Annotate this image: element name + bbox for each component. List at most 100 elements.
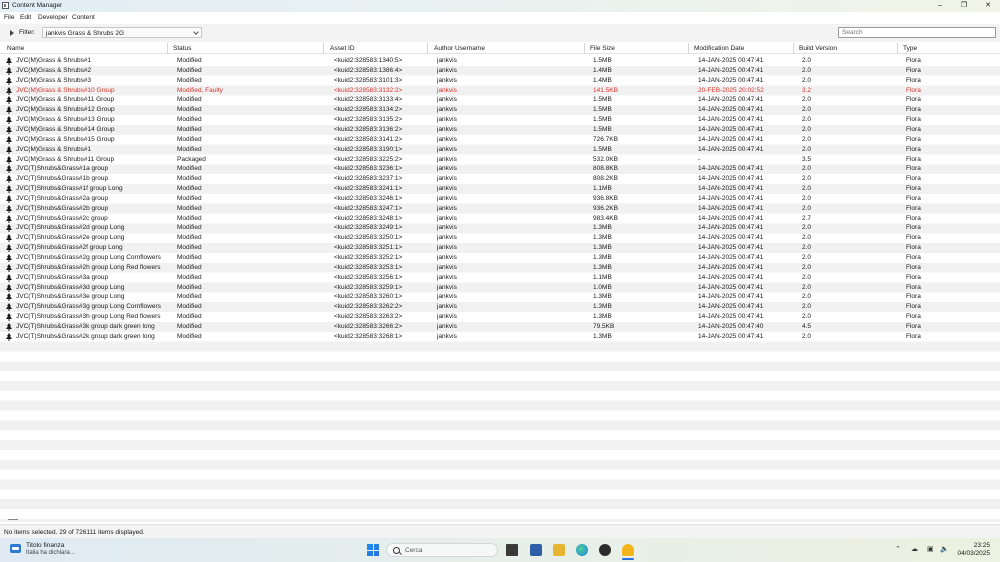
- active-app-indicator: [622, 558, 634, 560]
- minimize-icon[interactable]: –: [928, 0, 952, 12]
- header-file-size[interactable]: File Size: [586, 43, 689, 54]
- table-row[interactable]: JVC(M)Grass & Shrubs#13 Group Modified <ku…: [0, 115, 1000, 125]
- table-row[interactable]: JVC(T)Shrubs&Grass#2g group Long Cornflo…: [0, 253, 1000, 263]
- menu-developer[interactable]: Developer: [38, 14, 68, 21]
- cell-modification-date: 14-JAN-2025 00:47:41: [698, 175, 764, 183]
- table-row[interactable]: JVC(T)Shrubs&Grass#3e group Long Modified…: [0, 292, 1000, 302]
- table-row[interactable]: JVC(M)Grass & Shrubs#11 Group Packaged <ku…: [0, 155, 1000, 165]
- table-row[interactable]: JVC(T)Shrubs&Grass#2f group Long Modified…: [0, 243, 1000, 253]
- cell-build-version: 4.5: [802, 322, 812, 330]
- cell-asset-id: <kuid2:328583:3266:2>: [334, 322, 403, 330]
- network-icon[interactable]: ▣: [927, 545, 934, 553]
- table-row[interactable]: JVC(T)Shrubs&Grass#1b group Modified <kuid…: [0, 174, 1000, 184]
- cell-file-size: 1.3MB: [593, 293, 612, 301]
- header-build-version[interactable]: Build Version: [795, 43, 898, 54]
- onedrive-icon[interactable]: ☁: [911, 545, 918, 553]
- table-row[interactable]: JVC(T)Shrubs&Grass#2a group Modified <kuid…: [0, 194, 1000, 204]
- table-row[interactable]: JVC(M)Grass & Shrubs#12 Group Modified <ku…: [0, 105, 1000, 115]
- store-icon[interactable]: [530, 544, 542, 556]
- table-row[interactable]: JVC(M)Grass & Shrubs#1 Modified <kuid2:328…: [0, 56, 1000, 66]
- table-row[interactable]: JVC(T)Shrubs&Grass#1f group Long Modified…: [0, 184, 1000, 194]
- filter-dropdown[interactable]: jankvis Grass & Shrubs 2G: [42, 27, 202, 38]
- clock-date[interactable]: 04/03/2025: [950, 550, 990, 557]
- cell-build-version: 2.0: [802, 204, 812, 212]
- cell-name: JVC(T)Shrubs&Grass#1b group: [16, 175, 109, 183]
- header-type[interactable]: Type: [899, 43, 1000, 54]
- search-input[interactable]: [839, 28, 992, 37]
- widget-title[interactable]: Titolo finanza: [26, 542, 64, 549]
- menu-content[interactable]: Content: [72, 14, 95, 21]
- cell-build-version: 2.0: [802, 254, 812, 261]
- cell-author: jankvis: [437, 116, 457, 124]
- clock-time[interactable]: 23:25: [960, 542, 990, 549]
- search-box[interactable]: [838, 27, 996, 38]
- cell-build-version: 2.0: [802, 224, 812, 232]
- weather-app-icon[interactable]: [622, 544, 634, 556]
- cell-type: Flora: [906, 322, 921, 330]
- table-row[interactable]: JVC(T)Shrubs&Grass#3k group dark green l…: [0, 322, 1000, 332]
- flora-asset-icon: [6, 303, 12, 312]
- table-row[interactable]: JVC(T)Shrubs&Grass#2d group Long Modified…: [0, 223, 1000, 233]
- table-row[interactable]: JVC(M)Grass & Shrubs#11 Group Modified <ku…: [0, 95, 1000, 105]
- cell-author: jankvis: [437, 145, 457, 153]
- cell-name: JVC(T)Shrubs&Grass#2e group Long: [16, 234, 125, 242]
- table-row[interactable]: JVC(M)Grass & Shrubs#3 Modified <kuid2:328…: [0, 76, 1000, 86]
- flora-asset-icon: [6, 86, 12, 95]
- table-row[interactable]: JVC(M)Grass & Shrubs#1 Modified <kuid2:328…: [0, 145, 1000, 155]
- table-row[interactable]: JVC(T)Shrubs&Grass#3a group Modified <kuid…: [0, 273, 1000, 283]
- cell-status: Modified: [177, 165, 202, 173]
- maximize-icon[interactable]: ❐: [952, 0, 976, 12]
- cell-modification-date: 14-JAN-2025 00:47:41: [698, 332, 764, 340]
- table-row[interactable]: JVC(T)Shrubs&Grass#3d group Long Modified…: [0, 283, 1000, 293]
- table-row[interactable]: JVC(T)Shrubs&Grass#2e group Long Modified…: [0, 233, 1000, 243]
- header-name[interactable]: Name: [3, 43, 168, 54]
- table-row[interactable]: JVC(T)Shrubs&Grass#3g group Long Cornflo…: [0, 302, 1000, 312]
- cell-name: JVC(M)Grass & Shrubs#15 Group: [16, 135, 115, 143]
- cell-build-version: 2.0: [802, 234, 812, 242]
- table-row[interactable]: JVC(T)Shrubs&Grass#2b group Modified <kuid…: [0, 204, 1000, 214]
- cell-asset-id: <kuid2:328583:3260:1>: [334, 293, 403, 301]
- volume-icon[interactable]: 🔈: [940, 545, 949, 553]
- header-status[interactable]: Status: [169, 43, 324, 54]
- cell-file-size: 808.8KB: [593, 165, 618, 173]
- flora-asset-icon: [6, 175, 12, 184]
- cell-file-size: 1.0MB: [593, 283, 612, 291]
- header-author-username[interactable]: Author Username: [430, 43, 585, 54]
- menu-edit[interactable]: Edit: [20, 14, 31, 21]
- table-row[interactable]: JVC(M)Grass & Shrubs#14 Group Modified <ku…: [0, 125, 1000, 135]
- header-modification-date[interactable]: Modification Date: [690, 43, 794, 54]
- asset-list[interactable]: JVC(M)Grass & Shrubs#1 Modified <kuid2:328…: [0, 56, 1000, 522]
- table-row[interactable]: JVC(T)Shrubs&Grass#2c group Modified <kuid…: [0, 214, 1000, 224]
- header-asset-id[interactable]: Asset ID: [326, 43, 428, 54]
- trainz-app-icon[interactable]: [599, 544, 611, 556]
- cell-name: JVC(T)Shrubs&Grass#3e group Long: [16, 293, 125, 301]
- flora-asset-icon: [6, 273, 12, 282]
- cell-type: Flora: [906, 135, 921, 143]
- table-row[interactable]: JVC(M)Grass & Shrubs#10 Group Modified, F…: [0, 86, 1000, 96]
- table-row[interactable]: JVC(T)Shrubs&Grass#2k group dark green l…: [0, 332, 1000, 342]
- cell-status: Modified: [177, 116, 202, 124]
- cell-author: jankvis: [437, 293, 457, 301]
- table-row[interactable]: JVC(T)Shrubs&Grass#1a group Modified <kuid…: [0, 164, 1000, 174]
- table-row[interactable]: JVC(M)Grass & Shrubs#2 Modified <kuid2:328…: [0, 66, 1000, 76]
- news-widget-icon[interactable]: [10, 544, 21, 553]
- cell-file-size: 1.3MB: [593, 244, 612, 252]
- cell-type: Flora: [906, 57, 921, 64]
- menu-file[interactable]: File: [4, 14, 14, 21]
- cell-author: jankvis: [437, 322, 457, 330]
- file-explorer-icon[interactable]: [553, 544, 565, 556]
- chevron-up-icon[interactable]: ⌃: [895, 545, 901, 553]
- widget-subtitle[interactable]: Italia ha dichiara...: [26, 550, 75, 556]
- play-icon[interactable]: [10, 30, 14, 36]
- task-view-icon[interactable]: [506, 544, 518, 556]
- taskbar-search[interactable]: Cerca: [386, 543, 498, 557]
- table-row[interactable]: JVC(M)Grass & Shrubs#15 Group Modified <ku…: [0, 135, 1000, 145]
- cell-modification-date: 14-JAN-2025 00:47:41: [698, 185, 764, 193]
- close-icon[interactable]: ✕: [976, 0, 1000, 12]
- windows-start-icon[interactable]: [367, 544, 379, 556]
- cell-status: Modified: [177, 145, 202, 153]
- table-row[interactable]: JVC(T)Shrubs&Grass#3h group Long Red flo…: [0, 312, 1000, 322]
- table-row[interactable]: JVC(T)Shrubs&Grass#2h group Long Red flo…: [0, 263, 1000, 273]
- horizontal-scrollbar[interactable]: [8, 519, 18, 520]
- edge-browser-icon[interactable]: [576, 544, 588, 556]
